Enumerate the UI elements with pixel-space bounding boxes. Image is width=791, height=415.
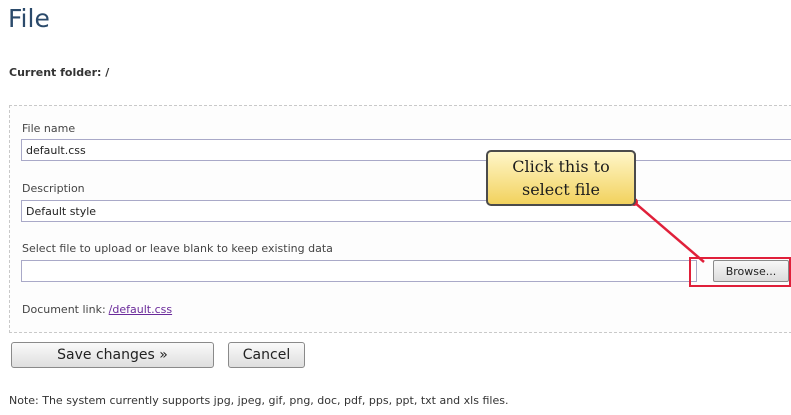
current-folder-label: Current folder: / (9, 66, 110, 79)
callout-line-2: select file (522, 180, 600, 199)
browse-highlight-box (689, 257, 791, 287)
file-name-input[interactable] (21, 139, 791, 161)
description-label: Description (22, 182, 85, 195)
file-upload-input[interactable] (21, 260, 697, 282)
cancel-button[interactable]: Cancel (228, 342, 305, 368)
callout-line-1: Click this to (512, 157, 610, 176)
callout-box: Click this to select file (486, 150, 636, 206)
supported-files-note: Note: The system currently supports jpg,… (9, 394, 509, 407)
file-form: File name Description Select file to upl… (9, 105, 791, 333)
document-link-row: Document link:/default.css (22, 303, 172, 316)
upload-label: Select file to upload or leave blank to … (22, 242, 333, 255)
document-link[interactable]: /default.css (109, 303, 172, 316)
document-link-label: Document link: (22, 303, 106, 316)
save-changes-button[interactable]: Save changes » (11, 342, 214, 368)
file-name-label: File name (22, 122, 76, 135)
page-title: File (8, 4, 50, 33)
description-input[interactable] (21, 200, 791, 222)
